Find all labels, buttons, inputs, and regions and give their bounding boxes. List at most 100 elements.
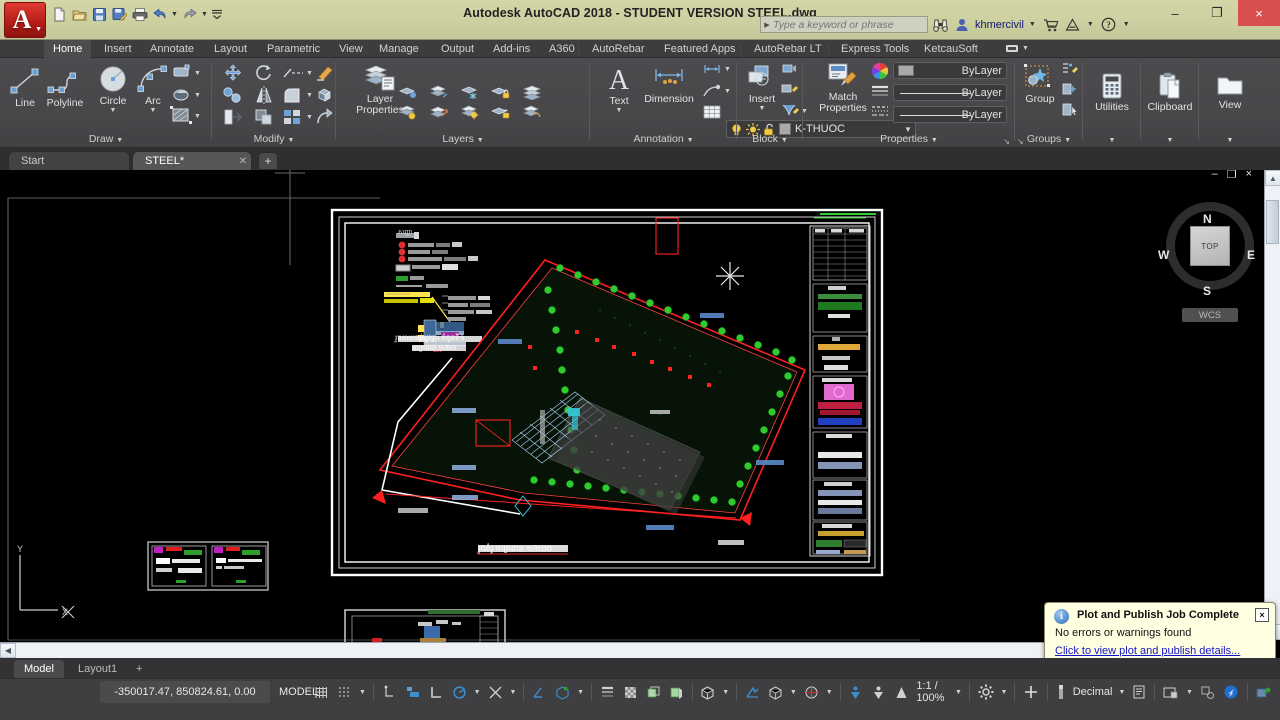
create-block-button[interactable] (781, 62, 799, 76)
layer-make-current-button[interactable] (522, 84, 542, 100)
group-button[interactable]: Group (1017, 64, 1063, 105)
vertical-scrollbar[interactable]: ▲ ▼ (1264, 170, 1280, 640)
layer-isolate-button[interactable] (398, 84, 418, 100)
modify-fillet-button[interactable] (282, 86, 302, 104)
tab-parametric[interactable]: Parametric (258, 40, 329, 58)
quick-properties-button[interactable] (1128, 679, 1150, 705)
annotation-scale-icon-1[interactable] (844, 679, 867, 705)
new-file-tab-button[interactable]: + (258, 152, 278, 169)
match-properties-button[interactable]: Match Properties (813, 62, 873, 114)
annotation-text-button[interactable]: A Text ▼ (596, 64, 642, 114)
draw-ellipse-button[interactable] (172, 86, 192, 102)
layer-unlock-button[interactable] (491, 104, 511, 120)
autoscale-button[interactable] (800, 679, 823, 705)
compass-west-label[interactable]: W (1158, 248, 1169, 262)
balloon-details-link[interactable]: Click to view plot and publish details..… (1055, 645, 1240, 657)
tab-ketcausoft[interactable]: KetcauSoft (915, 40, 987, 58)
qat-plot-button[interactable] (130, 4, 149, 24)
layer-match-button[interactable] (429, 104, 449, 120)
property-lineweight[interactable]: ByLayer (893, 84, 1007, 101)
panel-title[interactable]: Annotation ▼ (590, 131, 737, 147)
autodesk-store-icon[interactable] (1041, 15, 1061, 35)
ortho-mode-toggle[interactable] (425, 679, 448, 705)
grid-display-toggle[interactable] (310, 679, 333, 705)
scroll-up-button[interactable]: ▲ (1265, 170, 1280, 186)
table-button[interactable] (702, 104, 722, 120)
draw-polyline-button[interactable]: Polyline (40, 66, 90, 109)
chevron-down-icon[interactable]: ▼ (194, 113, 201, 120)
file-tab-steel[interactable]: STEEL* ✕ (132, 151, 252, 170)
search-binoculars-icon[interactable] (930, 15, 951, 35)
scale-dropdown-icon[interactable]: ▼ (952, 689, 965, 696)
autoscale-dropdown-icon[interactable]: ▼ (823, 689, 836, 696)
3d-object-snap-toggle[interactable] (551, 679, 574, 705)
vertical-scroll-thumb[interactable] (1266, 200, 1279, 244)
selection-cycling-toggle[interactable] (642, 679, 665, 705)
draw-hatch-button[interactable] (170, 106, 192, 124)
settings-dropdown-icon[interactable]: ▼ (998, 689, 1011, 696)
user-account-icon[interactable] (953, 15, 971, 35)
lineweight-icon[interactable] (871, 84, 889, 98)
modify-erase-button[interactable] (316, 64, 334, 82)
leader-button[interactable] (702, 84, 722, 98)
annotation-monitor-toggle[interactable] (665, 679, 688, 705)
modify-mirror-button[interactable] (254, 86, 274, 104)
tab-output[interactable]: Output (432, 40, 483, 58)
color-wheel-icon[interactable] (871, 62, 889, 80)
panel-dialog-launcher[interactable]: ↘ (1017, 137, 1024, 146)
dimension-style-button[interactable] (702, 62, 722, 76)
annotation-visibility-toggle[interactable] (741, 679, 764, 705)
tab-express-tools[interactable]: Express Tools (832, 40, 918, 58)
qat-redo-button[interactable] (180, 4, 199, 24)
polar-tracking-toggle[interactable] (448, 679, 471, 705)
transparency-toggle[interactable] (619, 679, 642, 705)
chevron-down-icon[interactable]: ▼ (724, 88, 731, 95)
lineweight-toggle[interactable] (596, 679, 619, 705)
property-linetype[interactable]: ByLayer (893, 106, 1007, 123)
minimize-icon[interactable]: – (1212, 170, 1218, 181)
edit-block-button[interactable] (781, 82, 799, 96)
clipboard-button[interactable]: Clipboard (1145, 72, 1195, 113)
panel-dialog-launcher[interactable]: ↘ (1003, 137, 1010, 146)
layer-freeze-button[interactable] (460, 84, 480, 100)
layout-tab-layout1[interactable]: Layout1 (68, 660, 127, 678)
infer-constraints-toggle[interactable] (378, 679, 401, 705)
snap-mode-toggle[interactable] (333, 679, 356, 705)
chevron-down-icon[interactable]: ▼ (724, 66, 731, 73)
compass-south-label[interactable]: S (1203, 284, 1211, 298)
plot-status-button[interactable] (1276, 679, 1280, 705)
layer-unisolate-button[interactable] (429, 84, 449, 100)
ungroup-button[interactable] (1061, 62, 1079, 76)
tab-autorebar-lt[interactable]: AutoRebar LT (745, 40, 831, 58)
minimize-button[interactable]: – (1154, 0, 1196, 26)
add-status-tools-button[interactable] (1019, 679, 1043, 705)
modify-extend-button[interactable] (316, 108, 334, 126)
workspace-switch-button[interactable] (696, 679, 719, 705)
panel-title[interactable]: Groups ▼ (1015, 131, 1083, 147)
panel-expander[interactable]: ▼ (1141, 131, 1199, 147)
qat-undo-button[interactable] (150, 4, 169, 24)
tab-addins[interactable]: Add-ins (484, 40, 539, 58)
file-tab-start[interactable]: Start (8, 151, 130, 170)
utilities-button[interactable]: Utilities (1087, 72, 1137, 113)
layer-previous-button[interactable] (522, 104, 542, 120)
chevron-down-icon[interactable]: ▼ (306, 70, 313, 77)
polar-dropdown-icon[interactable]: ▼ (471, 689, 484, 696)
layer-lock-button[interactable] (491, 84, 511, 100)
layer-on-button[interactable] (398, 104, 418, 120)
chevron-down-icon[interactable]: ▼ (1120, 21, 1133, 28)
tab-layout[interactable]: Layout (205, 40, 256, 58)
graphics-performance-button[interactable] (1196, 679, 1219, 705)
drawing-canvas[interactable]: 150 (0, 170, 1280, 658)
chevron-down-icon[interactable]: ▼ (306, 92, 313, 99)
units-dropdown-icon[interactable]: ▼ (1115, 689, 1128, 696)
property-color[interactable]: ByLayer (893, 62, 1007, 79)
tab-manage[interactable]: Manage (370, 40, 428, 58)
share-button[interactable] (1252, 679, 1276, 705)
chevron-down-icon[interactable]: ▼ (306, 114, 313, 121)
osnap-tracking-toggle[interactable] (528, 679, 551, 705)
qat-open-button[interactable] (70, 4, 89, 24)
annotation-dimension-button[interactable]: Dimension (638, 64, 700, 105)
modify-trim-button[interactable] (282, 64, 304, 82)
panel-expander[interactable]: ▼ (1083, 131, 1141, 147)
